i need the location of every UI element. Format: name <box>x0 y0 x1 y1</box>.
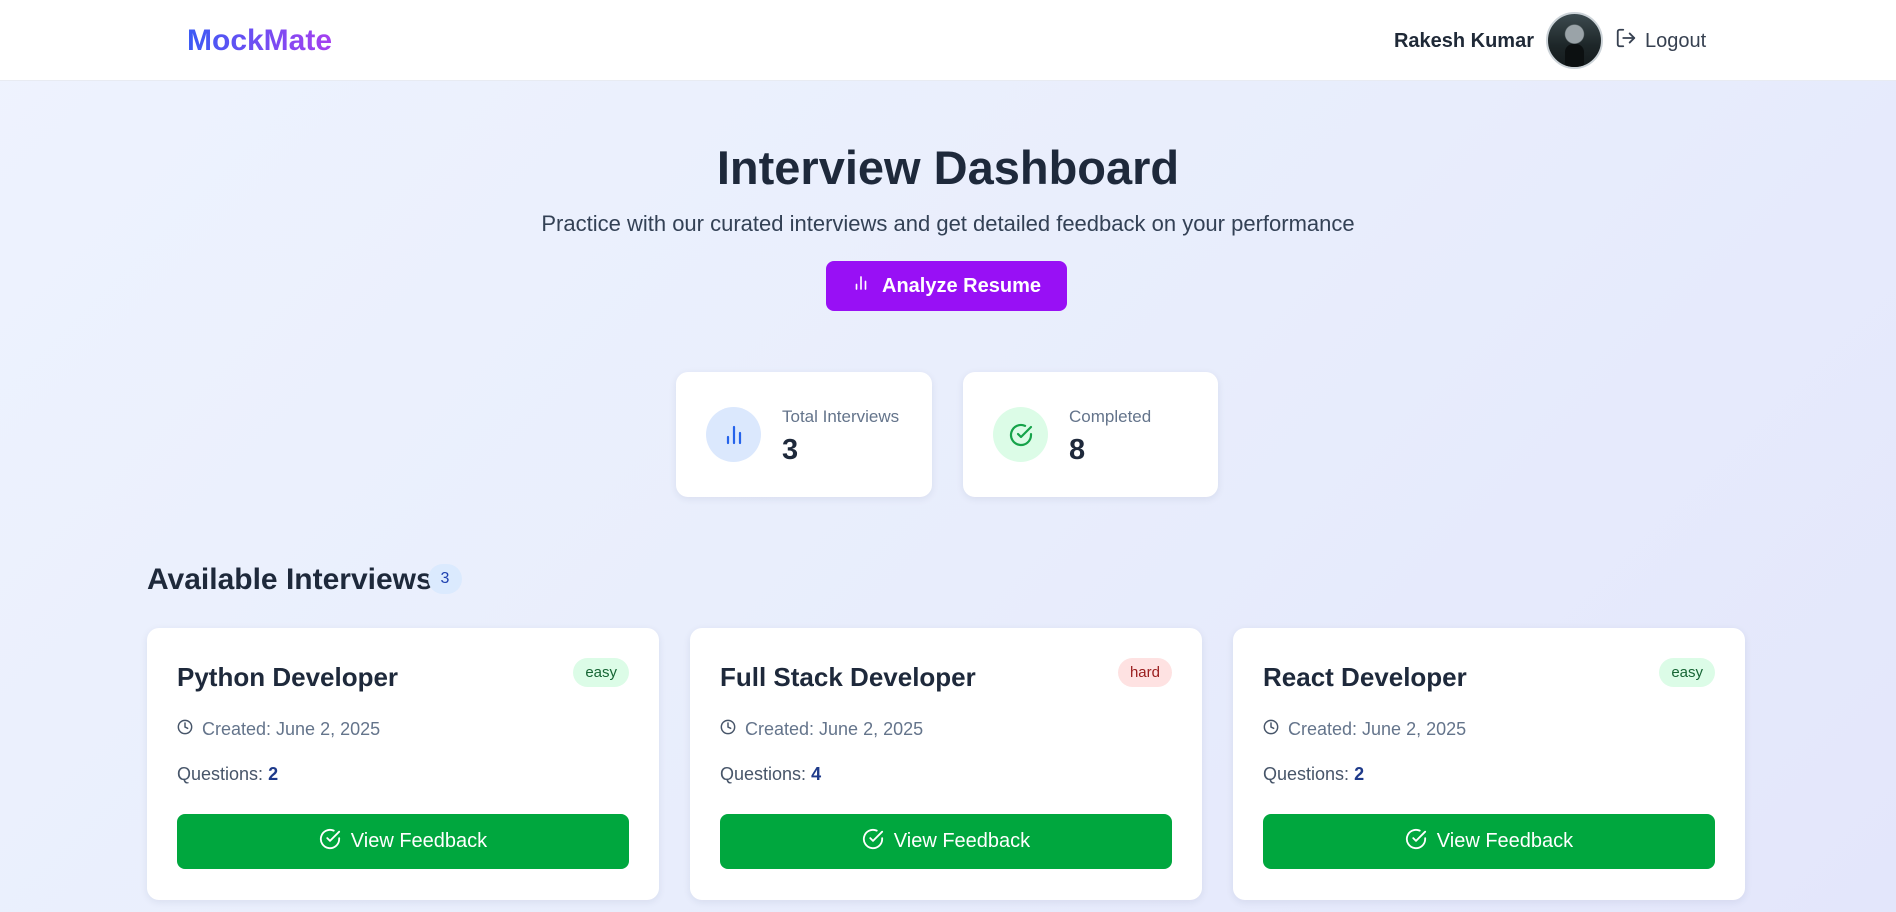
interview-title: React Developer <box>1263 662 1467 692</box>
interview-card: Python Developer easy Created: June 2, 2… <box>147 628 659 900</box>
question-count: Questions: 2 <box>177 762 278 786</box>
stat-value: 3 <box>782 434 799 466</box>
question-count: Questions: 4 <box>720 762 821 786</box>
view-feedback-label: View Feedback <box>893 830 1031 852</box>
interview-count-badge: 3 <box>428 564 462 594</box>
check-circle-icon <box>1405 828 1427 856</box>
question-count-value: 2 <box>268 764 279 784</box>
difficulty-badge: easy <box>573 658 629 687</box>
view-feedback-button[interactable]: View Feedback <box>720 814 1172 869</box>
interview-title: Full Stack Developer <box>720 662 976 692</box>
analyze-resume-label: Analyze Resume <box>882 274 1041 297</box>
logout-icon <box>1615 27 1637 55</box>
question-count-label: Questions: <box>1263 764 1350 784</box>
interview-card: React Developer easy Created: June 2, 20… <box>1233 628 1745 900</box>
bar-chart-icon <box>852 274 870 298</box>
clock-icon <box>177 717 193 741</box>
created-date-text: Created: June 2, 2025 <box>1288 719 1467 739</box>
view-feedback-label: View Feedback <box>350 830 488 852</box>
user-avatar[interactable] <box>1546 12 1603 69</box>
view-feedback-label: View Feedback <box>1436 830 1574 852</box>
question-count-label: Questions: <box>177 764 264 784</box>
created-date-text: Created: June 2, 2025 <box>202 719 381 739</box>
section-title: Available Interviews <box>147 563 433 596</box>
logout-label: Logout <box>1645 29 1707 52</box>
created-date: Created: June 2, 2025 <box>1263 717 1466 741</box>
page-subtitle: Practice with our curated interviews and… <box>541 211 1355 236</box>
view-feedback-button[interactable]: View Feedback <box>1263 814 1715 869</box>
bar-chart-icon <box>706 407 761 462</box>
page-title: Interview Dashboard <box>716 141 1180 194</box>
question-count: Questions: 2 <box>1263 762 1364 786</box>
created-date: Created: June 2, 2025 <box>720 717 923 741</box>
difficulty-badge: easy <box>1659 658 1715 687</box>
interview-title: Python Developer <box>177 662 399 692</box>
created-date-text: Created: June 2, 2025 <box>745 719 924 739</box>
question-count-value: 2 <box>1354 764 1365 784</box>
check-circle-icon <box>862 828 884 856</box>
analyze-resume-button[interactable]: Analyze Resume <box>826 261 1067 311</box>
clock-icon <box>1263 717 1279 741</box>
clock-icon <box>720 717 736 741</box>
stat-card-total-interviews: Total Interviews 3 <box>676 372 932 497</box>
interview-card: Full Stack Developer hard Created: June … <box>690 628 1202 900</box>
created-date: Created: June 2, 2025 <box>177 717 380 741</box>
stat-card-completed: Completed 8 <box>963 372 1218 497</box>
user-name: Rakesh Kumar <box>1393 30 1534 52</box>
stat-value: 8 <box>1069 434 1086 466</box>
question-count-label: Questions: <box>720 764 807 784</box>
difficulty-badge: hard <box>1117 658 1172 687</box>
question-count-value: 4 <box>811 764 822 784</box>
logout-button[interactable]: Logout <box>1615 26 1706 56</box>
view-feedback-button[interactable]: View Feedback <box>177 814 629 869</box>
check-circle-icon <box>319 828 341 856</box>
top-navbar: MockMate Rakesh Kumar Logout <box>0 0 1896 81</box>
check-circle-icon <box>993 407 1048 462</box>
stat-label: Completed <box>1069 407 1152 426</box>
app-logo[interactable]: MockMate <box>187 22 332 60</box>
stat-label: Total Interviews <box>782 407 900 426</box>
